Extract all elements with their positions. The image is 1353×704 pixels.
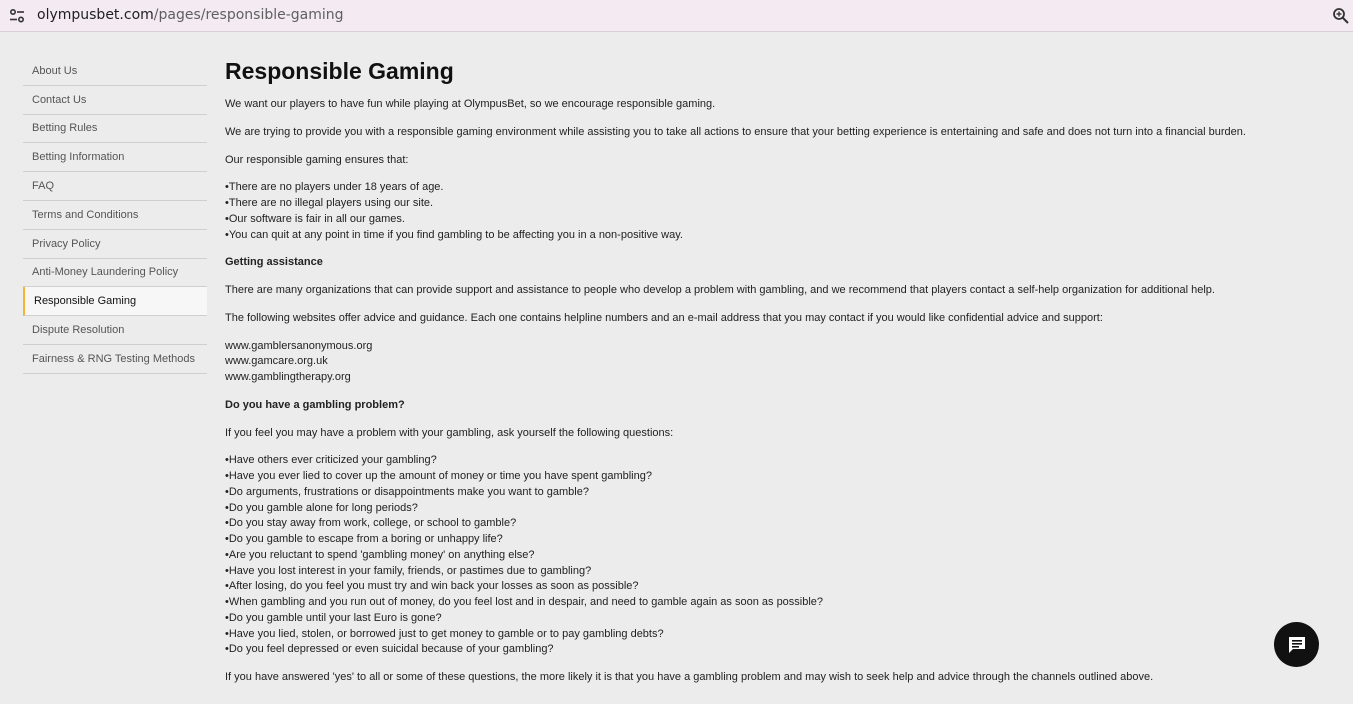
sidebar-item-betting-information[interactable]: Betting Information	[23, 143, 207, 173]
question-item: •Do you stay away from work, college, or…	[225, 517, 517, 529]
sidebar-item-responsible-gaming[interactable]: Responsible Gaming	[23, 287, 207, 317]
question-item: •Have others ever criticized your gambli…	[225, 454, 437, 466]
zoom-icon[interactable]	[1332, 7, 1350, 25]
intro-paragraph-2: We are trying to provide you with a resp…	[225, 126, 1246, 138]
url-text[interactable]: olympusbet.com/pages/responsible-gaming	[37, 7, 344, 23]
sidebar-item-fairness-rng[interactable]: Fairness & RNG Testing Methods	[23, 345, 207, 374]
url-domain: olympusbet.com	[37, 7, 154, 23]
question-item: •Do you gamble alone for long periods?	[225, 502, 418, 514]
website-link[interactable]: www.gamblingtherapy.org	[225, 369, 351, 385]
question-item: •Do you feel depressed or even suicidal …	[225, 643, 554, 655]
assistance-paragraph-1: There are many organizations that can pr…	[225, 284, 1215, 296]
url-path: /pages/responsible-gaming	[153, 7, 344, 23]
site-info-icon[interactable]	[8, 7, 26, 25]
ensures-item: •There are no illegal players using our …	[225, 197, 434, 209]
assistance-heading: Getting assistance	[225, 256, 323, 268]
sidebar-item-aml-policy[interactable]: Anti-Money Laundering Policy	[23, 259, 207, 288]
question-item: •Do you gamble until your last Euro is g…	[225, 612, 442, 624]
closing-paragraph: If you have answered 'yes' to all or som…	[225, 671, 1154, 683]
question-item: •Do arguments, frustrations or disappoin…	[225, 486, 589, 498]
question-item: •Have you lied, stolen, or borrowed just…	[225, 628, 664, 640]
sidebar-nav: About Us Contact Us Betting Rules Bettin…	[23, 57, 207, 374]
problem-heading: Do you have a gambling problem?	[225, 399, 405, 411]
question-item: •Have you lost interest in your family, …	[225, 565, 592, 577]
sidebar-item-betting-rules[interactable]: Betting Rules	[23, 115, 207, 144]
ensures-heading: Our responsible gaming ensures that:	[225, 154, 409, 166]
sidebar-item-contact-us[interactable]: Contact Us	[23, 86, 207, 115]
question-item: •After losing, do you feel you must try …	[225, 580, 639, 592]
assistance-paragraph-2: The following websites offer advice and …	[225, 312, 1103, 324]
page-title: Responsible Gaming	[225, 58, 454, 84]
sidebar-item-terms[interactable]: Terms and Conditions	[23, 201, 207, 230]
chat-button[interactable]	[1274, 622, 1319, 667]
question-item: •Do you gamble to escape from a boring o…	[225, 533, 503, 545]
sidebar-item-about-us[interactable]: About Us	[23, 57, 207, 86]
question-item: •Are you reluctant to spend 'gambling mo…	[225, 549, 535, 561]
address-bar[interactable]: olympusbet.com/pages/responsible-gaming	[0, 0, 1353, 32]
question-item: •When gambling and you run out of money,…	[225, 596, 824, 608]
chat-icon	[1288, 636, 1305, 653]
intro-paragraph-1: We want our players to have fun while pl…	[225, 98, 716, 110]
sidebar-item-faq[interactable]: FAQ	[23, 172, 207, 201]
ensures-item: •Our software is fair in all our games.	[225, 213, 405, 225]
ensures-item: •There are no players under 18 years of …	[225, 181, 444, 193]
problem-intro: If you feel you may have a problem with …	[225, 427, 674, 439]
website-link[interactable]: www.gamcare.org.uk	[225, 353, 328, 369]
question-item: •Have you ever lied to cover up the amou…	[225, 470, 652, 482]
ensures-item: •You can quit at any point in time if yo…	[225, 229, 683, 241]
sidebar-item-dispute-resolution[interactable]: Dispute Resolution	[23, 316, 207, 345]
website-link[interactable]: www.gamblersanonymous.org	[225, 338, 372, 354]
sidebar-item-privacy-policy[interactable]: Privacy Policy	[23, 230, 207, 259]
